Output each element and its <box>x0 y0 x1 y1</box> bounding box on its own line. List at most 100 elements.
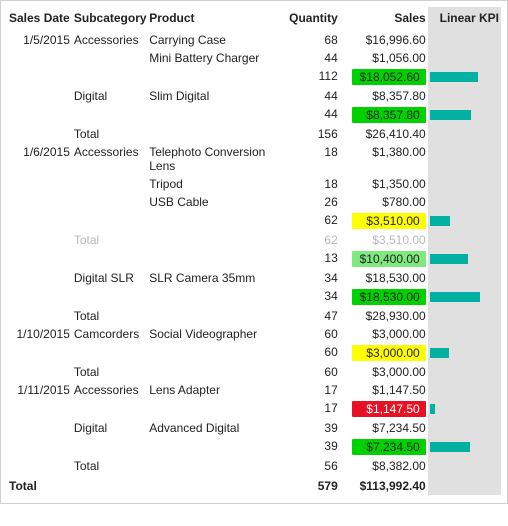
col-subcategory[interactable]: Subcategory <box>72 7 147 31</box>
cell-subcategory <box>72 249 147 269</box>
cell-date <box>7 49 72 67</box>
cell-subcategory <box>72 193 147 211</box>
col-quantity[interactable]: Quantity <box>283 7 340 31</box>
cell-kpi <box>428 269 501 287</box>
cell-quantity: 39 <box>283 437 340 457</box>
kpi-bar <box>430 254 499 264</box>
cell-subcategory: Digital SLR <box>72 269 147 287</box>
cell-subcategory <box>72 211 147 231</box>
cell-product <box>147 457 283 475</box>
cell-date <box>7 67 72 87</box>
col-linear-kpi[interactable]: Linear KPI <box>428 7 501 31</box>
cell-kpi <box>428 105 501 125</box>
table-row[interactable]: 1/5/2015AccessoriesCarrying Case68$16,99… <box>7 31 501 49</box>
table-row[interactable]: Total62$3,510.00 <box>7 231 501 249</box>
cell-product <box>147 105 283 125</box>
cell-subcategory <box>72 437 147 457</box>
table-row[interactable]: 60$3,000.00 <box>7 343 501 363</box>
cell-sales: $1,350.00 <box>340 175 428 193</box>
cell-date <box>7 193 72 211</box>
table-row[interactable]: Total156$26,410.40 <box>7 125 501 143</box>
cell-date <box>7 249 72 269</box>
cell-quantity: 56 <box>283 457 340 475</box>
kpi-bar <box>430 292 499 302</box>
table-row[interactable]: Total60$3,000.00 <box>7 363 501 381</box>
kpi-bar <box>430 442 499 452</box>
table-row[interactable]: Total47$28,930.00 <box>7 307 501 325</box>
cell-quantity: 60 <box>283 363 340 381</box>
sales-highlight: $3,510.00 <box>352 213 426 229</box>
cell-sales: $3,000.00 <box>340 325 428 343</box>
cell-kpi <box>428 67 501 87</box>
cell-date <box>7 363 72 381</box>
table-row[interactable]: 1/10/2015CamcordersSocial Videographer60… <box>7 325 501 343</box>
table-row[interactable]: 13$10,400.00 <box>7 249 501 269</box>
kpi-bar <box>430 216 499 226</box>
cell-date: 1/11/2015 <box>7 381 72 399</box>
kpi-bar <box>430 348 499 358</box>
matrix-visual: Sales Date Subcategory Product Quantity … <box>0 0 508 504</box>
cell-subcategory <box>72 287 147 307</box>
table-row[interactable]: 1/11/2015AccessoriesLens Adapter17$1,147… <box>7 381 501 399</box>
cell-product <box>147 437 283 457</box>
cell-subcategory <box>72 67 147 87</box>
cell-sales: $3,000.00 <box>340 363 428 381</box>
cell-subcategory <box>72 49 147 67</box>
cell-quantity: 112 <box>283 67 340 87</box>
cell-date <box>7 105 72 125</box>
sales-highlight: $10,400.00 <box>352 251 426 267</box>
cell-date: 1/5/2015 <box>7 31 72 49</box>
table-row[interactable]: Total56$8,382.00 <box>7 457 501 475</box>
col-product[interactable]: Product <box>147 7 283 31</box>
cell-date <box>7 399 72 419</box>
cell-kpi <box>428 399 501 419</box>
cell-kpi <box>428 325 501 343</box>
sales-highlight: $18,530.00 <box>352 289 426 305</box>
table-row[interactable]: Mini Battery Charger44$1,056.00 <box>7 49 501 67</box>
cell-product: Slim Digital <box>147 87 283 105</box>
table-row[interactable]: 112 $18,052.60 <box>7 67 501 87</box>
cell-kpi <box>428 231 501 249</box>
table-row[interactable]: Tripod18$1,350.00 <box>7 175 501 193</box>
cell-date <box>7 269 72 287</box>
cell-quantity: 60 <box>283 325 340 343</box>
cell-product: USB Cable <box>147 193 283 211</box>
table-row[interactable]: 44$8,357.80 <box>7 105 501 125</box>
cell-sales: $10,400.00 <box>340 249 428 269</box>
table-row[interactable]: DigitalAdvanced Digital39$7,234.50 <box>7 419 501 437</box>
cell-sales: $1,056.00 <box>340 49 428 67</box>
cell-quantity: 17 <box>283 381 340 399</box>
cell-quantity: 47 <box>283 307 340 325</box>
cell-date <box>7 307 72 325</box>
table-row[interactable]: 1/6/2015AccessoriesTelephoto Conversion … <box>7 143 501 175</box>
cell-kpi <box>428 193 501 211</box>
sales-highlight: $18,052.60 <box>352 69 426 85</box>
kpi-bar <box>430 72 499 82</box>
cell-kpi <box>428 49 501 67</box>
col-sales-date[interactable]: Sales Date <box>7 7 72 31</box>
grand-total-row: Total 579 $113,992.40 <box>7 475 501 495</box>
cell-quantity: 156 <box>283 125 340 143</box>
cell-product: Mini Battery Charger <box>147 49 283 67</box>
cell-kpi <box>428 381 501 399</box>
cell-subcategory: Total <box>72 231 147 249</box>
table-row[interactable]: 62$3,510.00 <box>7 211 501 231</box>
table-row[interactable]: Digital SLRSLR Camera 35mm34$18,530.00 <box>7 269 501 287</box>
cell-kpi <box>428 307 501 325</box>
cell-sales: $3,510.00 <box>340 211 428 231</box>
cell-date: 1/10/2015 <box>7 325 72 343</box>
table-row[interactable]: DigitalSlim Digital44$8,357.80 <box>7 87 501 105</box>
cell-kpi <box>428 211 501 231</box>
cell-kpi <box>428 287 501 307</box>
cell-kpi <box>428 175 501 193</box>
table-row[interactable]: 39$7,234.50 <box>7 437 501 457</box>
cell-sales: $8,382.00 <box>340 457 428 475</box>
cell-sales: $1,147.50 <box>340 381 428 399</box>
cell-kpi <box>428 31 501 49</box>
cell-kpi <box>428 143 501 175</box>
table-row[interactable]: USB Cable26$780.00 <box>7 193 501 211</box>
table-row[interactable]: 17$1,147.50 <box>7 399 501 419</box>
table-row[interactable]: 34$18,530.00 <box>7 287 501 307</box>
col-sales[interactable]: Sales <box>340 7 428 31</box>
cell-quantity: 62 <box>283 231 340 249</box>
